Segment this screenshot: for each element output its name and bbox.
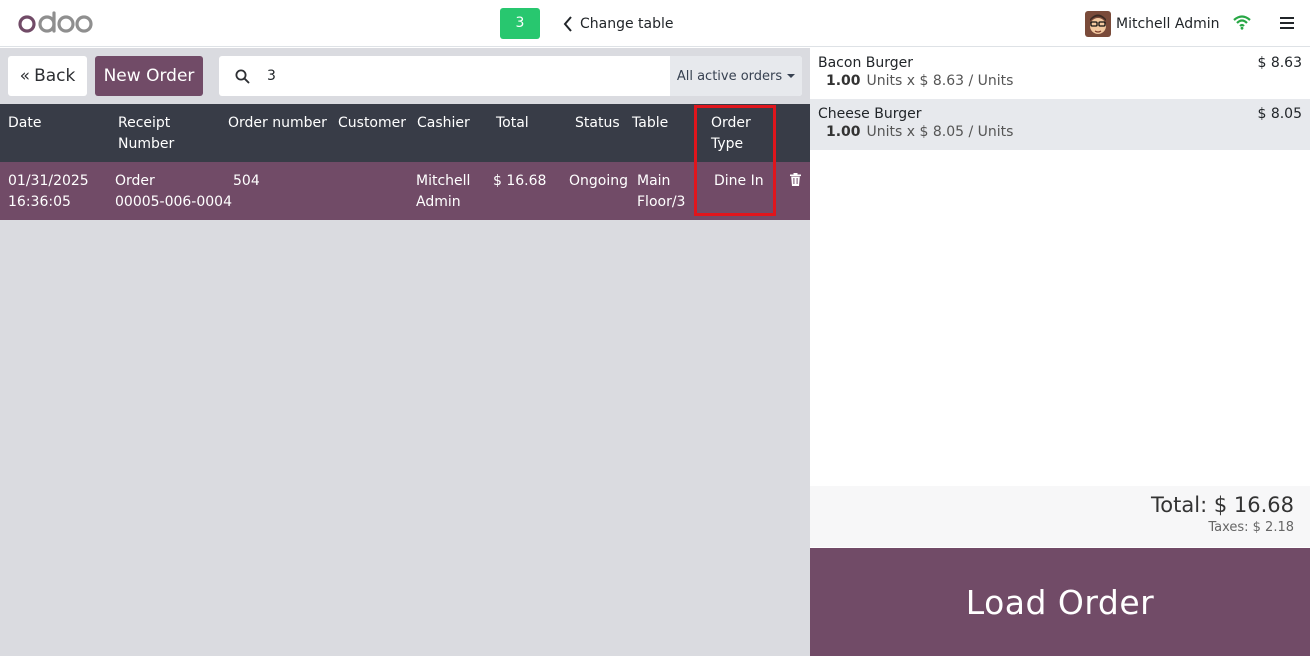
orders-controls: « Back New Order All active orders — [0, 48, 810, 104]
line-unit-detail: Units x $ 8.63 / Units — [866, 73, 1014, 89]
filter-label: All active orders — [676, 68, 783, 84]
cell-cashier-line1: Mitchell — [416, 173, 471, 189]
product-price: $ 8.63 — [1257, 55, 1302, 71]
caret-down-icon — [787, 74, 796, 78]
col-order-type-line2: Type — [711, 136, 744, 152]
wifi-icon — [1233, 15, 1251, 30]
cell-receipt-line1: Order — [115, 173, 155, 189]
cell-total: $ 16.68 — [493, 173, 547, 189]
col-order-type-line1: Order — [711, 115, 751, 131]
search-bar: All active orders — [219, 56, 802, 96]
col-customer[interactable]: Customer — [338, 113, 406, 134]
table-number-badge[interactable]: 3 — [500, 8, 540, 39]
odoo-logo[interactable] — [18, 11, 94, 35]
load-order-button[interactable]: Load Order — [810, 548, 1310, 656]
col-receipt-line1: Receipt — [118, 115, 171, 131]
cell-receipt: Order 00005-006-0004 — [115, 171, 232, 213]
cell-receipt-line2: 00005-006-0004 — [115, 194, 232, 210]
trash-icon[interactable] — [790, 173, 801, 186]
top-navbar: 3 Change table Mitchell Admin — [0, 0, 1310, 47]
product-name: Bacon Burger — [818, 55, 914, 71]
order-taxes: Taxes: $ 2.18 — [1208, 520, 1294, 535]
cell-table-line1: Main — [637, 173, 671, 189]
col-total[interactable]: Total — [496, 113, 529, 134]
col-order-type[interactable]: Order Type — [711, 113, 751, 155]
order-filter-dropdown[interactable]: All active orders — [670, 56, 802, 96]
chevron-left-icon — [563, 15, 572, 32]
cell-date-line2: 16:36:05 — [8, 194, 71, 210]
order-line-item[interactable]: Bacon Burger $ 8.63 1.00 Units x $ 8.63 /… — [810, 48, 1310, 99]
col-receipt-line2: Number — [118, 136, 175, 152]
search-input[interactable] — [267, 56, 667, 96]
double-chevron-left-icon: « — [19, 65, 31, 86]
line-unit-detail: Units x $ 8.05 / Units — [866, 124, 1014, 140]
new-order-button[interactable]: New Order — [95, 56, 203, 96]
cell-table-line2: Floor/3 — [637, 194, 686, 210]
order-details-pane: Bacon Burger $ 8.63 1.00 Units x $ 8.63 /… — [810, 48, 1310, 656]
col-table[interactable]: Table — [632, 113, 668, 134]
user-menu[interactable]: Mitchell Admin — [1085, 10, 1220, 37]
change-table-button[interactable]: Change table — [562, 8, 674, 39]
order-line-item[interactable]: Cheese Burger $ 8.05 1.00 Units x $ 8.05 … — [810, 99, 1310, 150]
col-cashier[interactable]: Cashier — [417, 113, 470, 134]
order-totals: Total: $ 16.68 Taxes: $ 2.18 — [810, 486, 1310, 547]
cell-table: Main Floor/3 — [637, 171, 685, 213]
orders-pane: « Back New Order All active orders Date … — [0, 48, 810, 656]
cell-cashier: Mitchell Admin — [416, 171, 470, 213]
order-total: Total: $ 16.68 — [1151, 493, 1294, 517]
line-detail: 1.00 Units x $ 8.63 / Units — [826, 73, 1013, 89]
hamburger-menu-icon[interactable] — [1280, 16, 1294, 30]
line-qty: 1.00 — [826, 124, 861, 140]
product-price: $ 8.05 — [1257, 106, 1302, 122]
line-detail: 1.00 Units x $ 8.05 / Units — [826, 124, 1013, 140]
back-button[interactable]: « Back — [8, 56, 87, 96]
orders-table-header: Date Receipt Number Order number Custome… — [0, 104, 810, 162]
col-status[interactable]: Status — [575, 113, 620, 134]
change-table-label: Change table — [580, 15, 674, 32]
product-name: Cheese Burger — [818, 106, 922, 122]
search-icon — [235, 69, 250, 84]
cell-order-number: 504 — [233, 173, 260, 189]
user-name: Mitchell Admin — [1116, 15, 1220, 32]
cell-order-type: Dine In — [714, 173, 764, 189]
col-receipt-number[interactable]: Receipt Number — [118, 113, 174, 155]
avatar — [1085, 10, 1111, 37]
table-row[interactable]: 01/31/2025 16:36:05 Order 00005-006-0004… — [0, 162, 810, 220]
cell-cashier-line2: Admin — [416, 194, 461, 210]
cell-status: Ongoing — [569, 173, 628, 189]
col-order-number[interactable]: Order number — [228, 113, 327, 134]
cell-date: 01/31/2025 16:36:05 — [8, 171, 89, 213]
line-qty: 1.00 — [826, 73, 861, 89]
col-date[interactable]: Date — [8, 113, 41, 134]
back-label: Back — [34, 66, 76, 86]
cell-date-line1: 01/31/2025 — [8, 173, 89, 189]
